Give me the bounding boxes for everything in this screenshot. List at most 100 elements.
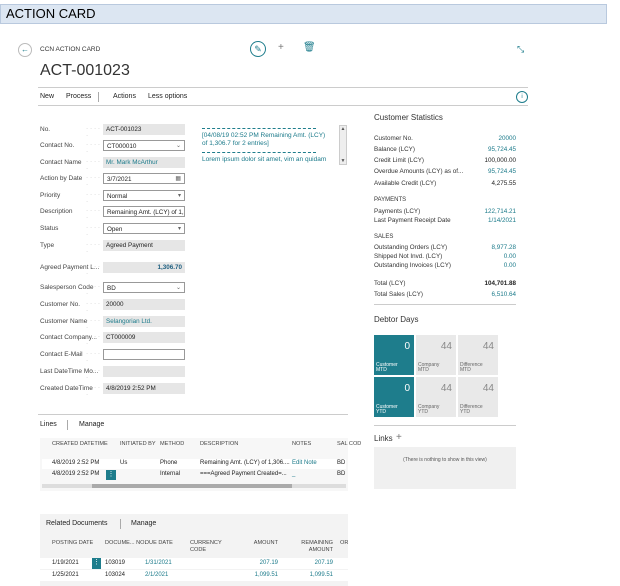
related-column-header[interactable]: REMAINING AMOUNT bbox=[291, 540, 333, 554]
tile-caption: Difference MTD bbox=[460, 362, 483, 373]
statistic-label: Total (LCY) bbox=[374, 280, 406, 287]
statistic-label: Balance (LCY) bbox=[374, 146, 415, 153]
chevron-down-icon[interactable]: ⌄ bbox=[176, 142, 181, 149]
lines-column-header[interactable]: METHOD bbox=[160, 441, 200, 448]
field-dots: · · · · · bbox=[86, 263, 101, 277]
lines-column-header[interactable]: CREATED DATETIME bbox=[52, 441, 112, 448]
tab-related-documents[interactable]: Related Documents bbox=[46, 520, 107, 527]
field-label: Priority bbox=[40, 192, 61, 199]
tab-lines[interactable]: Lines bbox=[40, 421, 57, 428]
menu-process[interactable]: Process bbox=[66, 93, 91, 100]
lines-manage[interactable]: Manage bbox=[79, 421, 104, 428]
table-cell[interactable]: _ bbox=[292, 471, 295, 477]
table-cell: 1/19/2021 bbox=[52, 560, 79, 566]
field-value: BD bbox=[107, 285, 116, 292]
table-cell: Remaining Amt. (LCY) of 1,306.... bbox=[200, 460, 290, 466]
field-label: Contact E-Mail bbox=[40, 351, 83, 358]
debtor-days-tile[interactable]: 44 Company MTD bbox=[416, 335, 456, 375]
note-entry-2[interactable]: Lorem ipsum dolor sit amet, vim an quida… bbox=[202, 156, 326, 163]
field-dots: · · · · · bbox=[86, 207, 101, 221]
lines-column-header[interactable]: INITIATED BY bbox=[120, 441, 160, 448]
field-value: 4/8/2019 2:52 PM bbox=[106, 385, 156, 392]
notes-scrollbar[interactable]: ▲ ▼ bbox=[339, 125, 347, 165]
statistic-value[interactable]: 6,510.64 bbox=[491, 291, 516, 298]
plus-icon[interactable]: + bbox=[278, 42, 284, 53]
statistic-row: Overdue Amounts (LCY) as of... 95,724.45 bbox=[374, 168, 516, 177]
lines-column-header[interactable]: SAL COD bbox=[337, 441, 377, 448]
info-icon[interactable]: i bbox=[516, 91, 528, 103]
related-documents-panel: Related Documents Manage POSTING DATE DOC… bbox=[40, 514, 348, 586]
debtor-days-title: Debtor Days bbox=[374, 315, 419, 324]
field-label: Type bbox=[40, 242, 55, 249]
field-last-datetime-mo bbox=[103, 366, 185, 377]
back-arrow-icon[interactable]: ← bbox=[18, 43, 32, 57]
field-value: 20000 bbox=[106, 301, 124, 308]
links-panel: (There is nothing to show in this view) bbox=[374, 447, 516, 489]
related-column-header[interactable]: DOCUME... NO. bbox=[105, 540, 147, 547]
related-column-header[interactable]: POSTING DATE bbox=[52, 540, 94, 547]
statistic-value[interactable]: 122,714.21 bbox=[484, 208, 516, 215]
lines-column-header[interactable]: DESCRIPTION bbox=[200, 441, 240, 448]
statistic-label: Outstanding Orders (LCY) bbox=[374, 244, 448, 251]
debtor-days-tile[interactable]: 44 Difference YTD bbox=[458, 377, 498, 417]
table-row[interactable] bbox=[40, 558, 348, 569]
statistic-label: Last Payment Receipt Date bbox=[374, 217, 451, 224]
field-no: ACT-001023 bbox=[103, 124, 185, 135]
chevron-down-icon[interactable]: ▾ bbox=[178, 192, 181, 199]
table-cell[interactable]: Edit Note bbox=[292, 460, 317, 466]
debtor-days-tile[interactable]: 0 Customer YTD bbox=[374, 377, 414, 417]
menu-less-options[interactable]: Less options bbox=[148, 93, 187, 100]
field-priority[interactable]: Normal ▾ bbox=[103, 190, 185, 201]
row-actions-icon[interactable]: ⋮ bbox=[92, 558, 101, 569]
links-add-icon[interactable]: + bbox=[396, 432, 402, 443]
field-value: Remaining Amt. (LCY) of 1,30 bbox=[107, 209, 185, 216]
statistic-value[interactable]: 95,724.45 bbox=[488, 168, 516, 175]
related-column-header[interactable]: AMOUNT bbox=[236, 540, 278, 547]
field-dots: · · · · · bbox=[86, 224, 101, 238]
statistic-value[interactable]: 95,724.45 bbox=[488, 146, 516, 153]
related-column-header[interactable]: CURRENCY CODE bbox=[190, 540, 232, 554]
lines-column-header[interactable]: NOTES bbox=[292, 441, 332, 448]
statistic-value[interactable]: 8,977.28 bbox=[491, 244, 516, 251]
table-cell: Us bbox=[120, 460, 128, 466]
field-contact-no[interactable]: CT000010 ⌄ bbox=[103, 140, 185, 151]
field-dots: · · · · · bbox=[86, 333, 101, 347]
table-cell: 4/8/2019 2:52 PM bbox=[52, 460, 100, 466]
record-number-title: ACT-001023 bbox=[40, 62, 130, 79]
statistic-value[interactable]: 0.00 bbox=[504, 253, 516, 260]
field-label: No. bbox=[40, 126, 51, 133]
trash-icon[interactable]: 🗑 bbox=[303, 42, 316, 53]
statistic-value[interactable]: 20000 bbox=[498, 135, 516, 142]
table-cell: BD bbox=[337, 471, 346, 477]
field-dots: · · · · · bbox=[86, 241, 101, 255]
field-status[interactable]: Open ▾ bbox=[103, 223, 185, 234]
pencil-icon[interactable]: ✎ bbox=[250, 41, 266, 57]
links-title: Links bbox=[374, 434, 393, 443]
field-label: Contact No. bbox=[40, 142, 75, 149]
related-column-header[interactable]: OR bbox=[340, 540, 350, 547]
field-contact-e-mail[interactable] bbox=[103, 349, 185, 360]
collapse-icon[interactable]: ⤡ bbox=[517, 44, 524, 55]
lines-scrollbar[interactable] bbox=[42, 484, 346, 488]
debtor-days-tile[interactable]: 44 Company YTD bbox=[416, 377, 456, 417]
field-salesperson-code[interactable]: BD ⌄ bbox=[103, 282, 185, 293]
field-contact-name[interactable]: Mr. Mark McArthur bbox=[103, 157, 185, 168]
tile-value: 0 bbox=[404, 383, 410, 394]
statistic-value[interactable]: 1/14/2021 bbox=[488, 217, 516, 224]
field-description[interactable]: Remaining Amt. (LCY) of 1,30 bbox=[103, 206, 185, 217]
note-entry-1[interactable]: [04/08/19 02:52 PM Remaining Amt. (LCY) … bbox=[202, 132, 328, 148]
field-action-by-date[interactable]: 3/7/2021 ▦ bbox=[103, 173, 185, 184]
menu-new[interactable]: New bbox=[40, 93, 54, 100]
debtor-days-tile[interactable]: 44 Difference MTD bbox=[458, 335, 498, 375]
statistic-value[interactable]: 0.00 bbox=[504, 262, 516, 269]
table-row[interactable] bbox=[40, 570, 348, 581]
table-cell: 207.19 bbox=[314, 560, 333, 566]
calendar-icon[interactable]: ▦ bbox=[175, 175, 181, 182]
debtor-days-tile[interactable]: 0 Customer MTD bbox=[374, 335, 414, 375]
related-column-header[interactable]: DUE DATE bbox=[145, 540, 187, 547]
row-actions-icon[interactable]: ⋮ bbox=[106, 470, 116, 480]
menu-actions[interactable]: Actions bbox=[113, 93, 136, 100]
chevron-down-icon[interactable]: ⌄ bbox=[176, 284, 181, 291]
related-manage[interactable]: Manage bbox=[131, 520, 156, 527]
chevron-down-icon[interactable]: ▾ bbox=[178, 225, 181, 232]
